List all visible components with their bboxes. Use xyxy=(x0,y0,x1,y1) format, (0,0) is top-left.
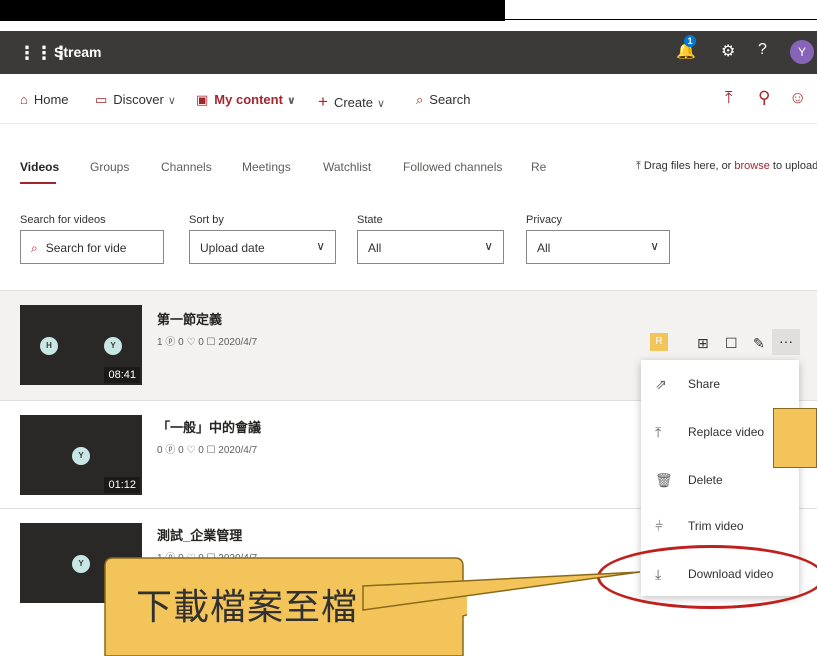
avatar: Y xyxy=(72,555,90,573)
upload-arrow-icon: ⤒ xyxy=(636,160,644,172)
state-value: All xyxy=(368,241,382,255)
upload-hint: ⤒ Drag files here, or browse to upload xyxy=(636,160,817,173)
top-divider-line xyxy=(505,19,817,20)
browse-link[interactable]: browse xyxy=(734,160,769,172)
privacy-select[interactable]: All ∨ xyxy=(526,230,670,264)
callout-pointer xyxy=(362,571,641,611)
owner-badge-icon: R xyxy=(650,333,668,351)
nav-my-content[interactable]: ▣ My content ∨ xyxy=(196,92,296,108)
menu-item-trim-video[interactable]: ⫩ Trim video xyxy=(641,504,799,550)
tab-truncated[interactable]: Re xyxy=(531,160,546,174)
menu-share-label: Share xyxy=(688,377,721,391)
video-duration: 08:41 xyxy=(104,367,140,383)
privacy-value: All xyxy=(537,241,551,255)
user-avatar[interactable]: Y xyxy=(790,40,814,64)
active-tab-indicator xyxy=(20,182,56,184)
tab-videos[interactable]: Videos xyxy=(20,160,59,174)
chevron-down-icon: ∨ xyxy=(286,95,296,107)
search-icon: ⌕ xyxy=(31,241,38,255)
sort-by-select[interactable]: Upload date ∨ xyxy=(189,230,336,264)
avatar: Y xyxy=(104,337,122,355)
menu-trim-label: Trim video xyxy=(688,519,744,533)
edit-pencil-icon[interactable]: ✎ xyxy=(753,335,765,352)
video-duration: 01:12 xyxy=(104,477,140,493)
privacy-label: Privacy xyxy=(526,214,563,226)
search-icon: ⌕ xyxy=(416,92,424,107)
callout-pointer-shape xyxy=(362,571,641,611)
app-name[interactable]: Stream xyxy=(54,44,101,60)
share-icon: ⇗ xyxy=(655,376,667,392)
plus-icon: + xyxy=(318,92,328,111)
chevron-down-icon: ∨ xyxy=(484,239,493,253)
video-title[interactable]: 第一節定義 xyxy=(157,309,222,328)
top-black-bar xyxy=(0,0,505,21)
upload-hint-prefix: Drag files here, or xyxy=(643,160,735,172)
nav-create[interactable]: + Create ∨ xyxy=(318,92,385,112)
suite-bar: ⋮⋮⋮ Stream 🔔 1 ⚙ ? Y xyxy=(0,31,817,74)
more-options-button[interactable]: ··· xyxy=(772,329,800,355)
comment-icon[interactable]: ☐ xyxy=(725,335,738,352)
trim-icon: ⫩ xyxy=(655,518,664,534)
upload-arrow-icon: ⤒ xyxy=(655,424,662,440)
video-thumbnail[interactable]: Y 01:12 xyxy=(20,415,142,495)
nav-discover-label: Discover xyxy=(113,92,164,107)
video-meta: 0 ⓟ 0 ♡ 0 ☐ 2020/4/7 xyxy=(157,445,258,456)
home-icon: ⌂ xyxy=(20,92,28,107)
add-to-group-icon[interactable]: ⊞ xyxy=(697,335,709,352)
avatar: H xyxy=(40,337,58,355)
chevron-down-icon: ∨ xyxy=(167,95,176,107)
chevron-down-icon: ∨ xyxy=(376,98,386,110)
callout-box-small xyxy=(773,408,817,468)
nav-home[interactable]: ⌂ Home xyxy=(20,92,69,107)
notification-bell-icon[interactable]: 🔔 1 xyxy=(676,35,696,61)
nav-create-label: Create xyxy=(333,95,373,110)
video-title[interactable]: 「一般」中的會議 xyxy=(157,417,261,436)
trash-icon: 🗑 xyxy=(655,472,673,488)
sort-by-label: Sort by xyxy=(189,214,224,226)
menu-delete-label: Delete xyxy=(688,473,723,487)
nav-search-label: Search xyxy=(429,92,471,107)
upload-icon[interactable]: ⤒ xyxy=(725,88,733,108)
nav-search[interactable]: ⌕ Search xyxy=(416,92,470,108)
search-videos-label: Search for videos xyxy=(20,214,106,226)
nav-discover[interactable]: ▭ Discover ∨ xyxy=(95,92,176,108)
tab-followed-channels[interactable]: Followed channels xyxy=(403,160,502,174)
avatar: Y xyxy=(72,447,90,465)
video-meta: 1 ⓟ 0 ♡ 0 ☐ 2020/4/7 xyxy=(157,337,258,348)
help-icon[interactable]: ? xyxy=(758,41,767,59)
state-select[interactable]: All ∨ xyxy=(357,230,504,264)
chevron-down-icon: ∨ xyxy=(650,239,659,253)
my-content-icon: ▣ xyxy=(196,92,209,107)
tab-watchlist[interactable]: Watchlist xyxy=(323,160,371,174)
nav-my-content-label: My content xyxy=(214,92,283,107)
notification-badge: 1 xyxy=(684,35,696,47)
menu-replace-label: Replace video xyxy=(688,425,765,439)
callout-text: 下載檔案至檔 xyxy=(136,587,359,628)
search-videos-placeholder: Search for vide xyxy=(45,241,127,255)
video-title[interactable]: 測試_企業管理 xyxy=(157,525,242,544)
video-thumbnail[interactable]: H Y 08:41 xyxy=(20,305,142,385)
state-label: State xyxy=(357,214,383,226)
tab-groups[interactable]: Groups xyxy=(90,160,129,174)
chevron-down-icon: ∨ xyxy=(316,239,325,253)
upload-hint-suffix: to upload xyxy=(769,160,817,172)
smiley-feedback-icon[interactable]: ☺ xyxy=(789,88,806,108)
stream-nav-bar: ⌂ Home ▭ Discover ∨ ▣ My content ∨ + Create ∨ ⌕… xyxy=(0,74,817,124)
menu-item-share[interactable]: ⇗ Share xyxy=(641,362,799,408)
tab-meetings[interactable]: Meetings xyxy=(242,160,291,174)
settings-gear-icon[interactable]: ⚙ xyxy=(721,41,735,61)
discover-icon: ▭ xyxy=(95,92,108,107)
sort-by-value: Upload date xyxy=(200,241,265,255)
tab-channels[interactable]: Channels xyxy=(161,160,212,174)
search-videos-input[interactable]: ⌕ Search for vide xyxy=(20,230,164,264)
add-person-icon[interactable]: ⚲ xyxy=(758,88,770,108)
nav-home-label: Home xyxy=(33,92,69,107)
